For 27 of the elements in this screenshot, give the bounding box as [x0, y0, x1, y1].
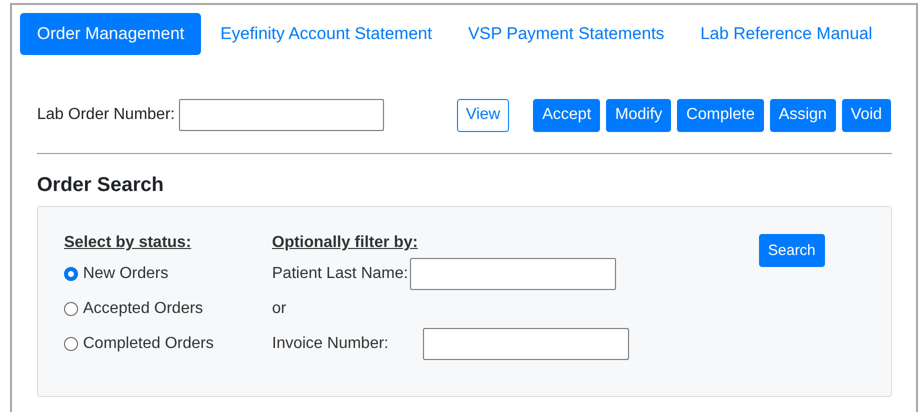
field-label: Lab Order Number: — [37, 106, 175, 124]
column-heading: Optionally filter by: — [272, 234, 419, 252]
input-field[interactable] — [178, 99, 384, 131]
nav-tab[interactable]: Order Management — [20, 13, 202, 55]
column-heading: Select by status: — [64, 234, 192, 252]
radio-option[interactable]: Completed Orders — [64, 326, 272, 361]
section-title: Order Search — [37, 174, 165, 197]
radio-icon[interactable] — [64, 336, 78, 350]
radio-option[interactable]: New Orders — [64, 256, 272, 291]
nav-tab[interactable]: Lab Reference Manual — [683, 13, 890, 55]
action-button[interactable]: Assign — [770, 98, 836, 132]
field-label: Patient Last Name: — [272, 264, 408, 282]
or-text: or — [272, 300, 286, 318]
view-button[interactable]: View — [456, 98, 510, 132]
action-button[interactable]: Void — [842, 98, 891, 132]
nav-tab[interactable]: Eyefinity Account Statement — [203, 13, 450, 55]
search-button[interactable]: Search — [759, 234, 825, 267]
action-button[interactable]: Accept — [533, 98, 600, 132]
field-label: Invoice Number: — [272, 334, 390, 352]
action-button[interactable]: Complete — [677, 98, 764, 132]
nav-tab[interactable]: VSP Payment Statements — [451, 13, 682, 55]
radio-icon[interactable] — [64, 266, 78, 280]
input-field[interactable] — [423, 328, 629, 360]
input-field[interactable] — [410, 258, 616, 290]
action-button[interactable]: Modify — [606, 98, 672, 132]
radio-icon[interactable] — [64, 302, 78, 316]
radio-option[interactable]: Accepted Orders — [64, 291, 272, 326]
